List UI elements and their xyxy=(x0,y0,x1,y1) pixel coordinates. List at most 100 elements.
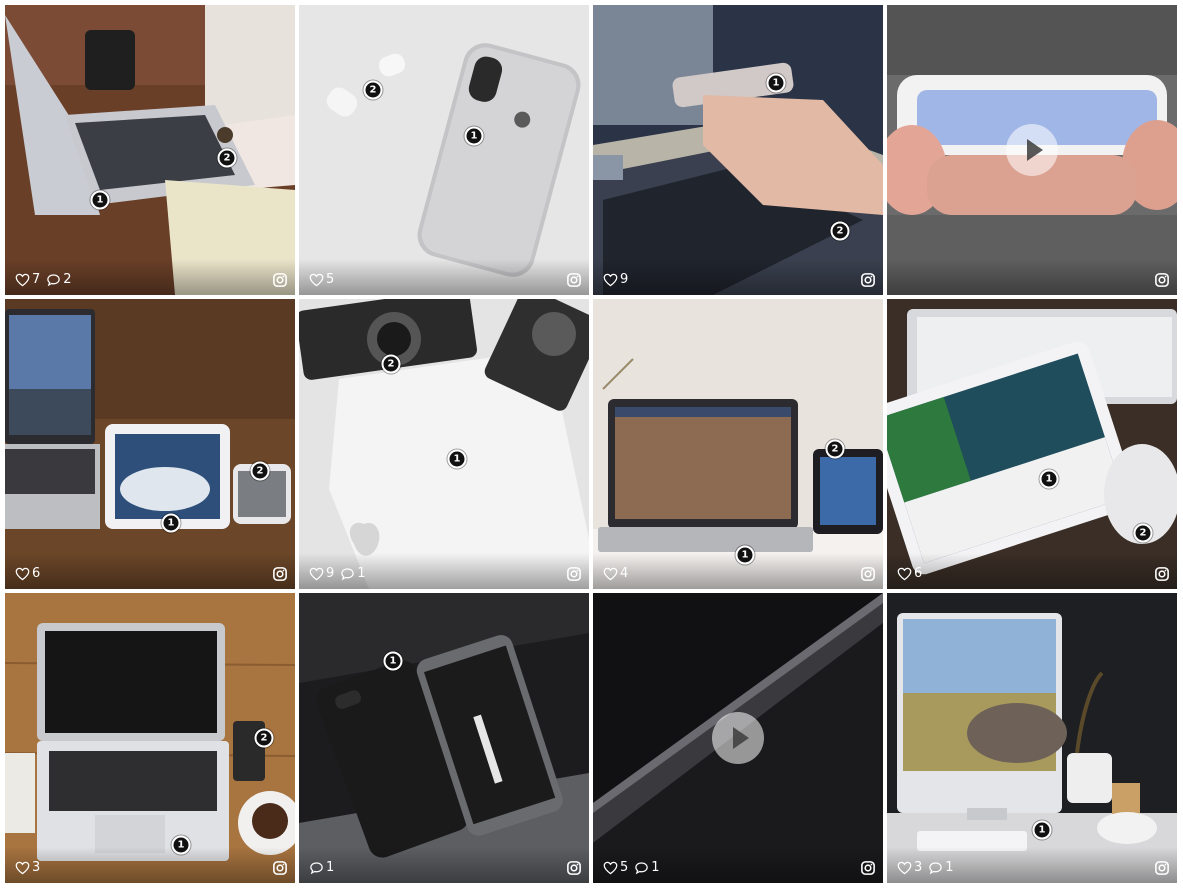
comment-icon xyxy=(341,568,355,581)
heart-icon xyxy=(603,861,618,875)
comment-count-value: 1 xyxy=(326,860,335,875)
feed-tile-iphone-airpods[interactable]: 1 2 5 xyxy=(299,5,589,295)
comment-count: 1 xyxy=(309,860,334,876)
product-hotspot[interactable]: 1 xyxy=(171,835,191,855)
post-image xyxy=(299,5,589,295)
comment-icon xyxy=(310,862,323,875)
instagram-icon xyxy=(861,273,875,287)
heart-icon xyxy=(603,567,618,581)
heart-icon xyxy=(897,861,912,875)
like-count: 3 xyxy=(15,860,40,876)
product-hotspot[interactable]: 2 xyxy=(381,354,401,374)
product-hotspot[interactable]: 2 xyxy=(250,461,270,481)
comment-count-value: 1 xyxy=(357,566,366,581)
comment-count-value: 1 xyxy=(651,860,660,875)
product-hotspot[interactable]: 1 xyxy=(447,449,467,469)
heart-icon xyxy=(603,273,618,287)
caption-overlay xyxy=(299,847,589,883)
comment-count: 2 xyxy=(46,272,72,288)
comment-count: 1 xyxy=(340,566,366,582)
product-hotspot[interactable]: 1 xyxy=(1039,469,1059,489)
feed-tile-black-phones[interactable]: 1 1 xyxy=(299,593,589,883)
product-hotspot[interactable]: 1 xyxy=(464,126,484,146)
feed-tile-devices-desk[interactable]: 1 2 6 xyxy=(5,299,295,589)
instagram-icon xyxy=(1155,273,1169,287)
feed-tile-dark-video[interactable]: 5 1 xyxy=(593,593,883,883)
post-image xyxy=(887,593,1177,883)
instagram-icon xyxy=(567,567,581,581)
feed-tile-macbook-air[interactable]: 1 2 3 xyxy=(5,593,295,883)
caption-overlay xyxy=(887,259,1177,295)
comment-count-value: 1 xyxy=(945,860,954,875)
like-count: 5 xyxy=(309,272,334,288)
video-play-button[interactable] xyxy=(1006,124,1058,176)
like-count-value: 3 xyxy=(914,860,923,875)
post-stats: 6 xyxy=(897,566,922,582)
heart-icon xyxy=(15,861,30,875)
post-stats: 7 2 xyxy=(15,272,72,288)
instagram-icon xyxy=(273,273,287,287)
caption-overlay xyxy=(5,553,295,589)
post-stats: 5 1 xyxy=(603,860,660,876)
instagram-icon xyxy=(1155,567,1169,581)
like-count: 6 xyxy=(897,566,922,582)
post-image xyxy=(299,299,589,589)
instagram-icon xyxy=(273,567,287,581)
caption-overlay xyxy=(593,259,883,295)
caption-overlay xyxy=(299,259,589,295)
product-hotspot[interactable]: 1 xyxy=(735,545,755,565)
feed-tile-phone-laptop[interactable]: 1 2 9 xyxy=(593,5,883,295)
product-hotspot[interactable]: 2 xyxy=(830,221,850,241)
comment-count-value: 2 xyxy=(63,272,72,287)
product-hotspot[interactable]: 2 xyxy=(217,148,237,168)
post-image xyxy=(887,299,1177,589)
post-image xyxy=(5,5,295,295)
heart-icon xyxy=(15,567,30,581)
comment-icon xyxy=(47,274,61,287)
product-hotspot[interactable]: 2 xyxy=(254,728,274,748)
like-count: 5 xyxy=(603,860,628,876)
heart-icon xyxy=(309,567,324,581)
video-play-button[interactable] xyxy=(712,712,764,764)
like-count-value: 9 xyxy=(326,566,335,581)
product-hotspot[interactable]: 1 xyxy=(161,513,181,533)
like-count-value: 6 xyxy=(914,566,923,581)
product-hotspot[interactable]: 2 xyxy=(1133,523,1153,543)
feed-tile-ipad-keyboard[interactable]: 1 2 6 xyxy=(887,299,1177,589)
product-hotspot[interactable]: 2 xyxy=(363,80,383,100)
feed-tile-workspace[interactable]: 1 2 4 xyxy=(593,299,883,589)
like-count-value: 7 xyxy=(32,272,41,287)
post-stats: 9 1 xyxy=(309,566,366,582)
caption-overlay xyxy=(5,847,295,883)
post-stats: 3 1 xyxy=(897,860,954,876)
product-hotspot[interactable]: 1 xyxy=(383,651,403,671)
feed-tile-cameras[interactable]: 1 2 9 1 xyxy=(299,299,589,589)
heart-icon xyxy=(897,567,912,581)
instagram-icon xyxy=(861,861,875,875)
post-image xyxy=(5,299,295,589)
post-stats: 5 xyxy=(309,272,334,288)
post-stats: 3 xyxy=(15,860,40,876)
feed-tile-phone-hands-video[interactable] xyxy=(887,5,1177,295)
product-hotspot[interactable]: 1 xyxy=(766,73,786,93)
instagram-feed-grid: 1 2 7 2 1 2 5 1 2 9 1 2 6 1 2 9 1 1 2 4 … xyxy=(5,5,1178,883)
comment-icon xyxy=(635,862,649,875)
product-hotspot[interactable]: 2 xyxy=(825,439,845,459)
post-image xyxy=(299,593,589,883)
comment-count: 1 xyxy=(634,860,660,876)
like-count-value: 4 xyxy=(620,566,629,581)
product-hotspot[interactable]: 1 xyxy=(1032,820,1052,840)
instagram-icon xyxy=(567,861,581,875)
like-count-value: 9 xyxy=(620,272,629,287)
like-count-value: 5 xyxy=(620,860,629,875)
comment-count: 1 xyxy=(928,860,954,876)
feed-tile-imac-elephant[interactable]: 1 3 1 xyxy=(887,593,1177,883)
like-count-value: 5 xyxy=(326,272,335,287)
post-image xyxy=(5,593,295,883)
like-count: 4 xyxy=(603,566,628,582)
post-image xyxy=(593,5,883,295)
like-count-value: 3 xyxy=(32,860,41,875)
product-hotspot[interactable]: 1 xyxy=(90,190,110,210)
feed-tile-laptop-desk[interactable]: 1 2 7 2 xyxy=(5,5,295,295)
instagram-icon xyxy=(273,861,287,875)
